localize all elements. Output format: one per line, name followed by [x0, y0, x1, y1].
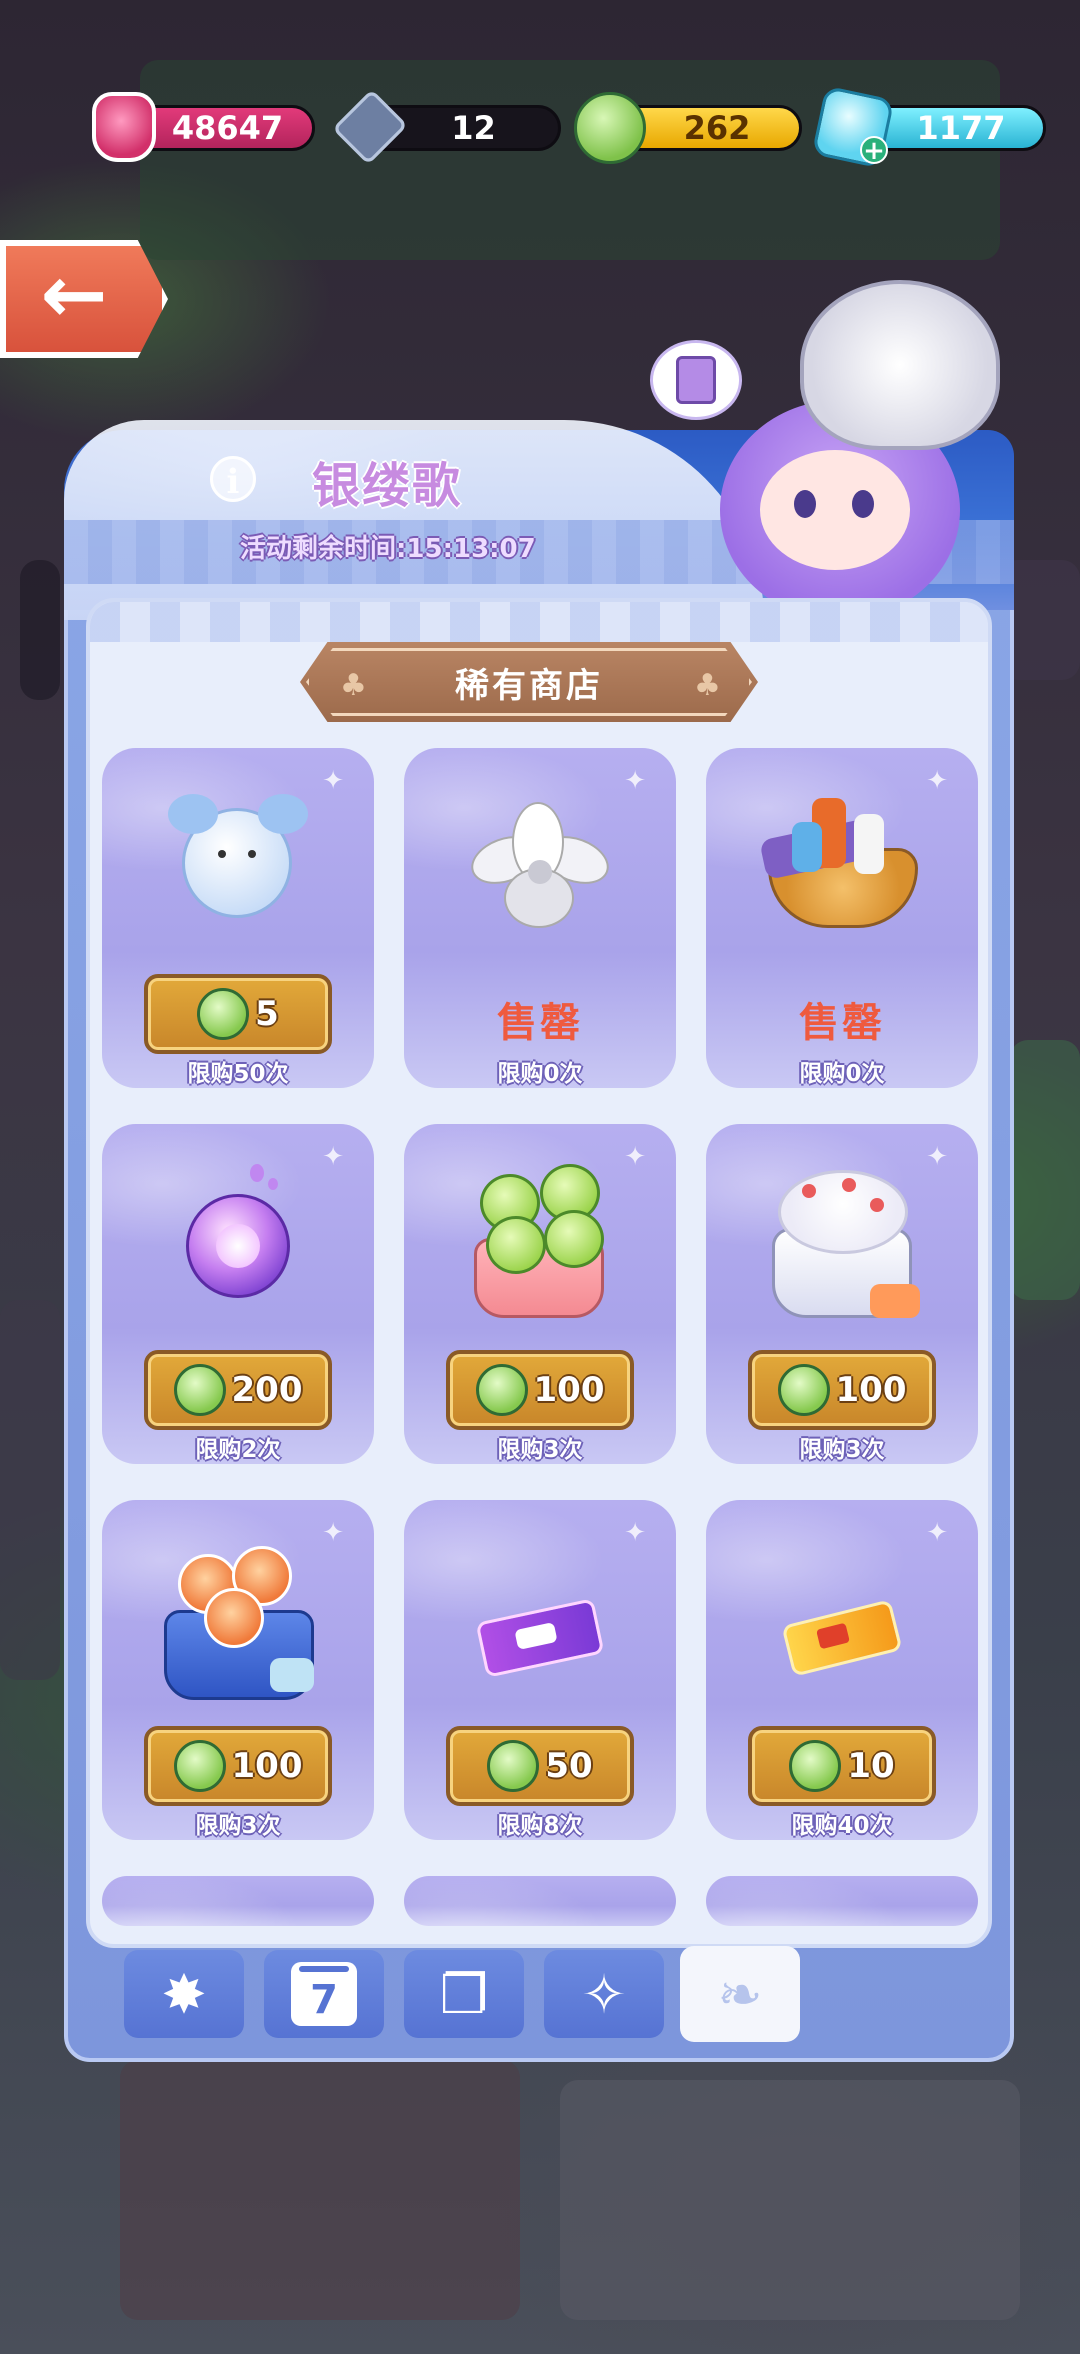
sold-out-label: 售罄	[799, 1000, 885, 1046]
purchase-limit: 限购2次	[195, 1437, 281, 1463]
leaf-coin-icon	[789, 1740, 842, 1792]
jam-jar-icon	[92, 92, 156, 162]
leaf-coin-icon	[173, 1364, 226, 1416]
tab-cards[interactable]: ❐	[404, 1950, 524, 2038]
shop-item[interactable]: ✦ 200 限购2次	[102, 1124, 374, 1464]
resource-leaf-coin[interactable]: 262	[574, 92, 802, 164]
scene-garden-right	[1010, 1040, 1080, 1300]
info-icon[interactable]: i	[210, 456, 256, 502]
calendar-icon: 7	[291, 1962, 357, 2026]
tab-gift[interactable]: ✧	[544, 1950, 664, 2038]
scene-wall-left	[20, 560, 60, 700]
back-arrow-icon: ←	[40, 247, 108, 341]
purchase-limit: 限购3次	[195, 1813, 281, 1839]
gold-ticket-icon	[762, 1540, 922, 1690]
scene-plaza	[560, 2080, 1020, 2320]
shop-item[interactable]: ✦ 100 限购3次	[404, 1124, 676, 1464]
purchase-limit: 限购3次	[799, 1437, 885, 1463]
cards-icon: ❐	[439, 1962, 489, 2026]
spotlight-icon: ✸	[161, 1962, 207, 2026]
resource-jam[interactable]: 48647	[92, 92, 315, 162]
scene-bakery	[120, 2060, 520, 2320]
shop-item[interactable]: ✦ 100 限购3次	[102, 1500, 374, 1840]
leaf-coin-icon	[574, 92, 646, 164]
green-creature-gift-icon	[460, 1164, 620, 1318]
shop-item[interactable]: ✦ 10 限购40次	[706, 1500, 978, 1840]
tab-leaf-shop[interactable]: ❧	[680, 1946, 800, 2042]
price-button[interactable]: 10	[748, 1726, 936, 1806]
silver-crown-icon	[800, 280, 1000, 450]
shop-item[interactable]: ✦ 售罄 限购0次	[706, 748, 978, 1088]
shop-item-partial[interactable]	[102, 1876, 374, 1926]
price-button[interactable]: 50	[446, 1726, 634, 1806]
purchase-limit: 限购0次	[497, 1061, 583, 1087]
price-button[interactable]: 100	[144, 1726, 332, 1806]
cream-cake-icon	[762, 1164, 922, 1318]
event-title: 银缕歌	[312, 458, 463, 514]
resource-gem[interactable]: 1177 +	[811, 85, 1046, 169]
speech-bubble[interactable]	[650, 340, 742, 420]
event-countdown: 活动剩余时间:15:13:07	[240, 534, 536, 564]
shop-item[interactable]: ✦ 100 限购3次	[706, 1124, 978, 1464]
tab-spotlight[interactable]: ✸	[124, 1950, 244, 2038]
price-button[interactable]: 100	[748, 1350, 936, 1430]
add-gem-button[interactable]: +	[860, 136, 888, 164]
purchase-limit: 限购3次	[497, 1437, 583, 1463]
purchase-limit: 限购8次	[497, 1813, 583, 1839]
orange-creature-basket-icon	[158, 1540, 318, 1700]
snow-bunny-charm-icon	[158, 788, 318, 938]
back-button[interactable]: ←	[0, 240, 168, 358]
silver-flower-icon	[460, 788, 620, 938]
price-button[interactable]: 5	[144, 974, 332, 1054]
shop-item[interactable]: ✦ 5 限购50次	[102, 748, 374, 1088]
leaf-coin-icon	[173, 1740, 226, 1792]
shop-item-partial[interactable]	[706, 1876, 978, 1926]
shop-item[interactable]: ✦ 售罄 限购0次	[404, 748, 676, 1088]
tab-calendar[interactable]: 7	[264, 1950, 384, 2038]
leaf-coin-icon	[777, 1364, 830, 1416]
price-button[interactable]: 100	[446, 1350, 634, 1430]
resource-token[interactable]: 12	[332, 89, 561, 165]
shop-item[interactable]: ✦ 50 限购8次	[404, 1500, 676, 1840]
leaf-icon: ❧	[717, 1962, 763, 2026]
purchase-limit: 限购40次	[791, 1813, 893, 1839]
club-icon: ♣	[340, 668, 367, 703]
leaf-coin-icon	[197, 988, 250, 1040]
shop-item-partial[interactable]	[404, 1876, 676, 1926]
club-icon: ♣	[694, 668, 721, 703]
sold-out-label: 售罄	[497, 1000, 583, 1046]
purchase-limit: 限购50次	[187, 1061, 289, 1087]
scene-shop-left	[0, 1300, 60, 1680]
sauce-basket-icon	[759, 788, 922, 938]
leaf-coin-icon	[475, 1364, 528, 1416]
purple-orb-icon	[158, 1164, 318, 1314]
bottom-tab-bar: ✸ 7 ❐ ✧ ❧	[86, 1946, 992, 2050]
price-button[interactable]: 200	[144, 1350, 332, 1430]
leaf-coin-icon	[487, 1740, 540, 1792]
purchase-limit: 限购0次	[799, 1061, 885, 1087]
book-icon	[676, 356, 716, 404]
purple-ticket-icon	[460, 1540, 620, 1690]
gift-sparkle-icon: ✧	[581, 1962, 627, 2026]
